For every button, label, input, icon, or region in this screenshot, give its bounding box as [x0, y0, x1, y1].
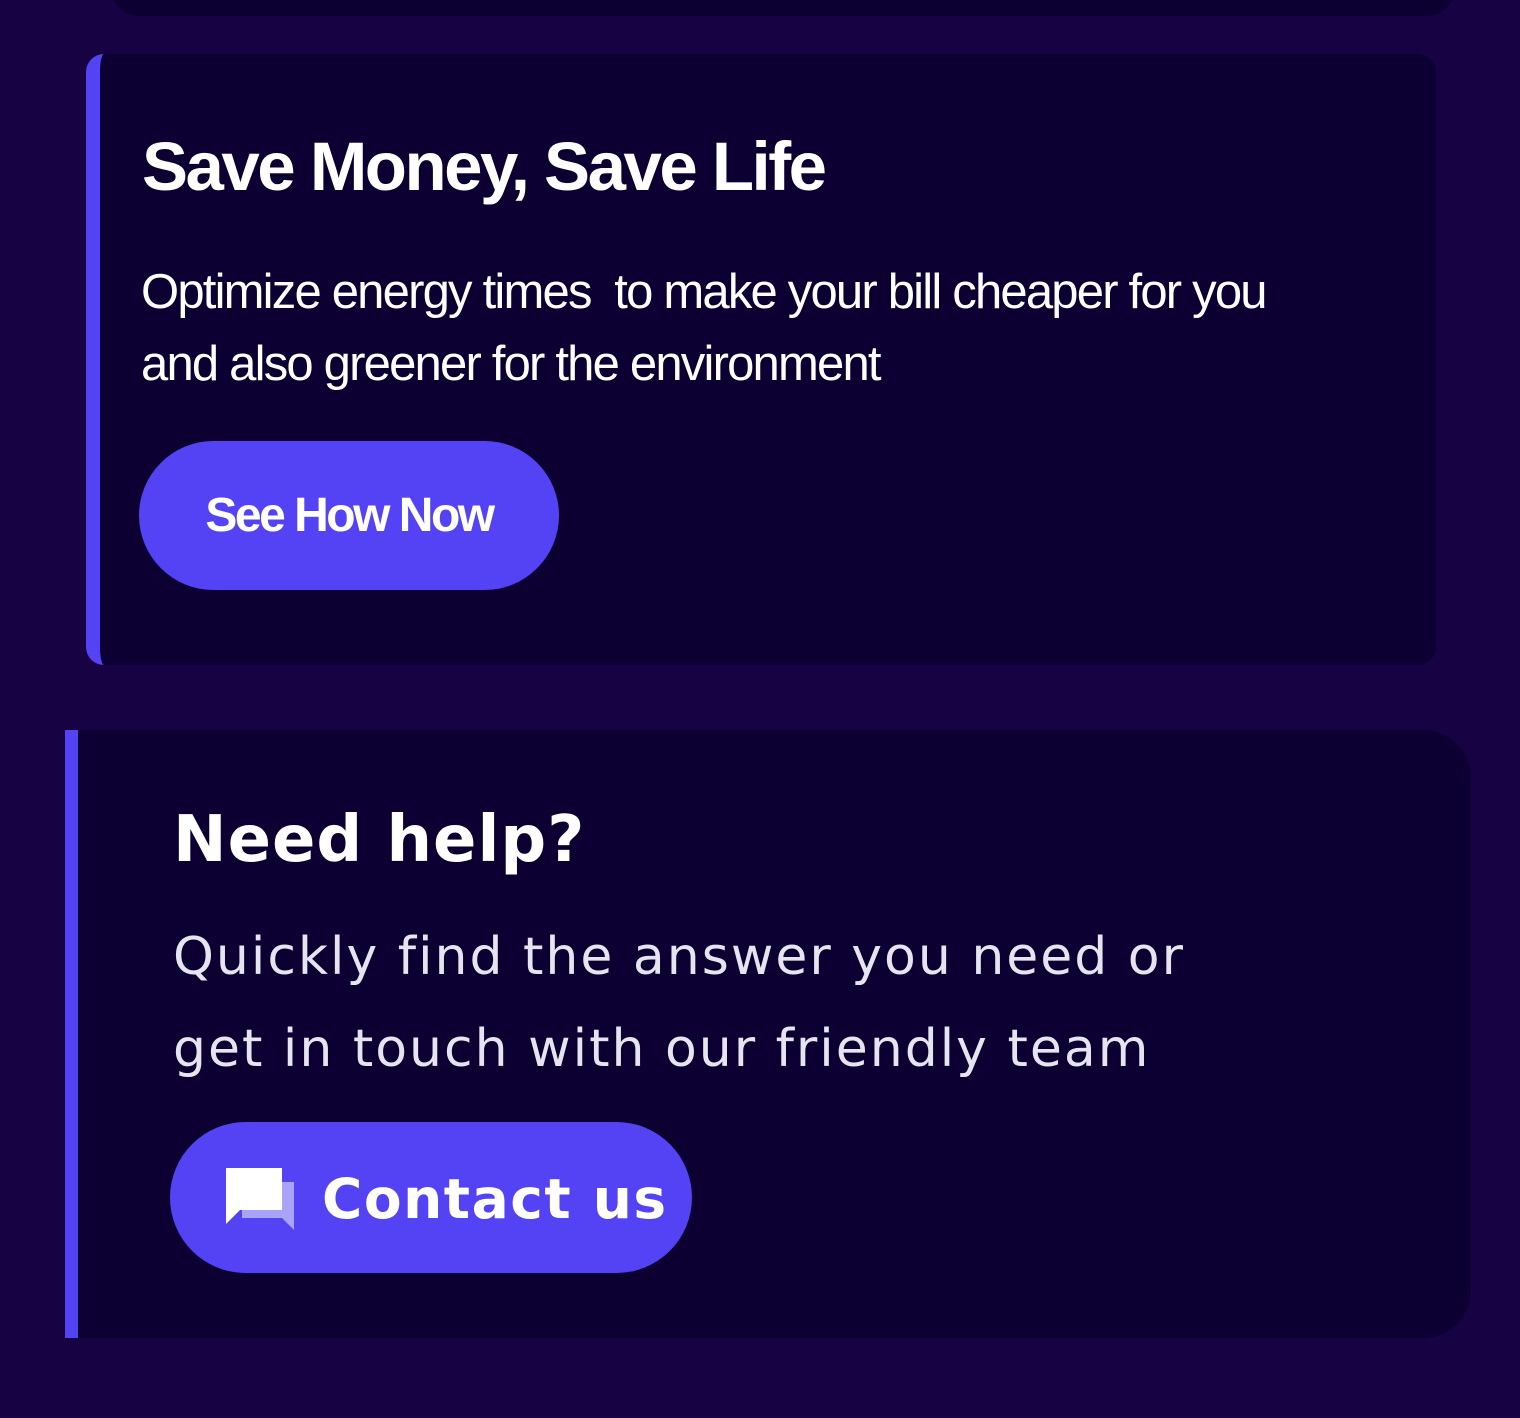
chat-icon [226, 1168, 294, 1230]
contact-us-button[interactable]: Contact us [170, 1122, 692, 1273]
save-money-card: Save Money, Save Life Optimize energy ti… [86, 54, 1436, 665]
save-money-description: Optimize energy times to make your bill … [141, 265, 1268, 391]
need-help-description: Quickly find the answer you need or get … [173, 911, 1323, 1095]
contact-us-label: Contact us [322, 1167, 668, 1231]
need-help-description-line: get in touch with our friendly team [173, 1019, 1151, 1079]
need-help-description-line: Quickly find the answer you need or [173, 927, 1185, 987]
save-money-title: Save Money, Save Life [142, 128, 827, 205]
see-how-now-button[interactable]: See How Now [139, 441, 559, 590]
need-help-card: Need help? Quickly find the answer you n… [65, 730, 1471, 1338]
previous-card [110, 0, 1456, 16]
need-help-title: Need help? [173, 803, 586, 877]
